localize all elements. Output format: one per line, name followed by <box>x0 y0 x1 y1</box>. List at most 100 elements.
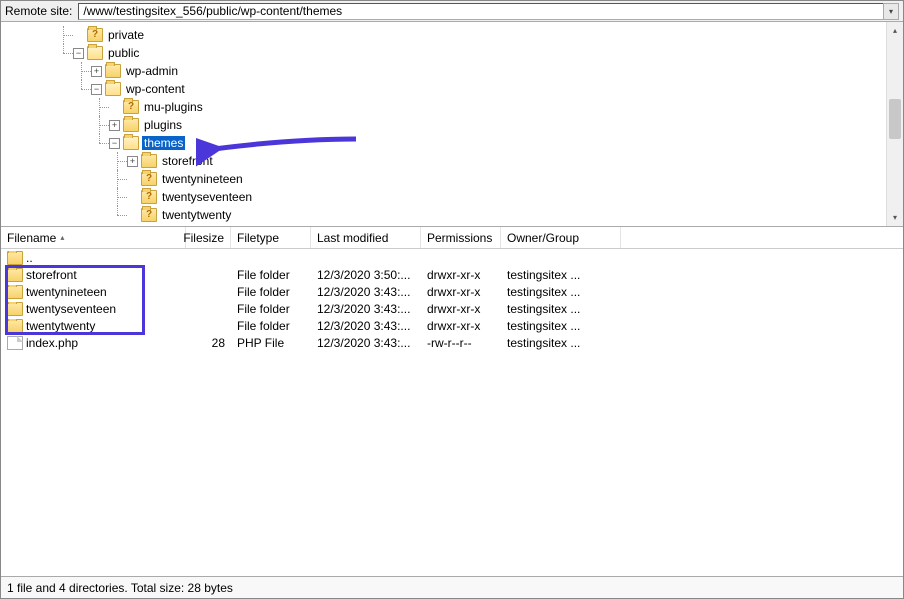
remote-file-list: Filename ▴ Filesize Filetype Last modifi… <box>1 227 903 576</box>
perms-cell: drwxr-xr-x <box>421 285 501 299</box>
tree-label: mu-plugins <box>142 100 205 114</box>
modified-cell: 12/3/2020 3:43:... <box>311 319 421 333</box>
perms-cell: drwxr-xr-x <box>421 268 501 282</box>
tree-node-mu-plugins[interactable]: mu-plugins <box>1 98 903 116</box>
list-row[interactable]: index.php 28 PHP File 12/3/2020 3:43:...… <box>1 334 903 351</box>
col-header-permissions[interactable]: Permissions <box>421 227 501 248</box>
owner-cell: testingsitex ... <box>501 285 621 299</box>
chevron-down-icon: ▾ <box>889 7 893 16</box>
filename-cell: index.php <box>26 336 78 350</box>
folder-icon <box>7 302 23 316</box>
filename-cell: .. <box>26 251 33 265</box>
owner-cell: testingsitex ... <box>501 336 621 350</box>
tree-vertical-scrollbar[interactable]: ▴ ▾ <box>886 22 903 226</box>
folder-open-icon <box>87 46 103 60</box>
remote-tree-pane[interactable]: private − public + wp-admi <box>1 22 903 227</box>
tree-node-wp-content[interactable]: − wp-content <box>1 80 903 98</box>
tree-label: twentyseventeen <box>160 190 254 204</box>
tree-node-themes[interactable]: − themes <box>1 134 903 152</box>
owner-cell: testingsitex ... <box>501 319 621 333</box>
status-bar: 1 file and 4 directories. Total size: 28… <box>1 576 903 598</box>
folder-unknown-icon <box>141 208 157 222</box>
tree-node-public[interactable]: − public <box>1 44 903 62</box>
col-header-owner[interactable]: Owner/Group <box>501 227 621 248</box>
filename-cell: twentytwenty <box>26 319 95 333</box>
filesize-cell: 28 <box>186 336 231 350</box>
folder-unknown-icon <box>141 190 157 204</box>
tree-node-twentynineteen[interactable]: twentynineteen <box>1 170 903 188</box>
tree-node-plugins[interactable]: + plugins <box>1 116 903 134</box>
list-row-parent[interactable]: .. <box>1 249 903 266</box>
expand-icon[interactable]: + <box>91 66 102 77</box>
owner-cell: testingsitex ... <box>501 268 621 282</box>
col-header-filesize[interactable]: Filesize <box>186 227 231 248</box>
status-text: 1 file and 4 directories. Total size: 28… <box>7 581 233 595</box>
filetype-cell: File folder <box>231 268 311 282</box>
folder-icon <box>141 154 157 168</box>
folder-icon <box>7 251 23 265</box>
modified-cell: 12/3/2020 3:43:... <box>311 285 421 299</box>
path-dropdown-button[interactable]: ▾ <box>883 3 899 20</box>
filetype-cell: PHP File <box>231 336 311 350</box>
folder-unknown-icon <box>87 28 103 42</box>
perms-cell: -rw-r--r-- <box>421 336 501 350</box>
php-file-icon <box>7 336 23 350</box>
filename-cell: storefront <box>26 268 77 282</box>
folder-open-icon <box>105 82 121 96</box>
filename-cell: twentynineteen <box>26 285 107 299</box>
scrollbar-thumb[interactable] <box>889 99 901 139</box>
modified-cell: 12/3/2020 3:50:... <box>311 268 421 282</box>
tree-label: wp-admin <box>124 64 180 78</box>
tree-node-twentytwenty[interactable]: twentytwenty <box>1 206 903 224</box>
list-row[interactable]: twentyseventeen File folder 12/3/2020 3:… <box>1 300 903 317</box>
filetype-cell: File folder <box>231 319 311 333</box>
filename-cell: twentyseventeen <box>26 302 116 316</box>
folder-icon <box>7 285 23 299</box>
tree-node-twentyseventeen[interactable]: twentyseventeen <box>1 188 903 206</box>
tree-label: wp-content <box>124 82 187 96</box>
expand-icon[interactable]: + <box>109 120 120 131</box>
list-row[interactable]: twentynineteen File folder 12/3/2020 3:4… <box>1 283 903 300</box>
list-row[interactable]: storefront File folder 12/3/2020 3:50:..… <box>1 266 903 283</box>
filetype-cell: File folder <box>231 302 311 316</box>
scroll-up-icon[interactable]: ▴ <box>887 22 903 39</box>
list-columns-header: Filename ▴ Filesize Filetype Last modifi… <box>1 227 903 249</box>
perms-cell: drwxr-xr-x <box>421 302 501 316</box>
folder-icon <box>7 319 23 333</box>
collapse-icon[interactable]: − <box>109 138 120 149</box>
folder-icon <box>7 268 23 282</box>
perms-cell: drwxr-xr-x <box>421 319 501 333</box>
modified-cell: 12/3/2020 3:43:... <box>311 302 421 316</box>
folder-icon <box>123 118 139 132</box>
scroll-down-icon[interactable]: ▾ <box>887 209 903 226</box>
remote-path-value: /www/testingsitex_556/public/wp-content/… <box>83 4 342 18</box>
col-header-modified[interactable]: Last modified <box>311 227 421 248</box>
tree-label: twentynineteen <box>160 172 245 186</box>
collapse-icon[interactable]: − <box>91 84 102 95</box>
collapse-icon[interactable]: − <box>73 48 84 59</box>
folder-open-icon <box>123 136 139 150</box>
tree-label: storefront <box>160 154 215 168</box>
tree-node-storefront[interactable]: + storefront <box>1 152 903 170</box>
col-header-filename[interactable]: Filename ▴ <box>1 227 186 248</box>
tree-node-private[interactable]: private <box>1 26 903 44</box>
sort-asc-icon: ▴ <box>60 233 64 242</box>
folder-unknown-icon <box>123 100 139 114</box>
tree-label-selected: themes <box>142 136 185 150</box>
col-header-filetype[interactable]: Filetype <box>231 227 311 248</box>
owner-cell: testingsitex ... <box>501 302 621 316</box>
list-row[interactable]: twentytwenty File folder 12/3/2020 3:43:… <box>1 317 903 334</box>
folder-icon <box>105 64 121 78</box>
remote-path-bar: Remote site: /www/testingsitex_556/publi… <box>1 1 903 22</box>
remote-site-label: Remote site: <box>5 4 72 18</box>
tree-label: plugins <box>142 118 184 132</box>
tree-label: twentytwenty <box>160 208 233 222</box>
folder-unknown-icon <box>141 172 157 186</box>
remote-path-input[interactable]: /www/testingsitex_556/public/wp-content/… <box>78 3 884 20</box>
tree-label: private <box>106 28 146 42</box>
filetype-cell: File folder <box>231 285 311 299</box>
tree-label: public <box>106 46 141 60</box>
modified-cell: 12/3/2020 3:43:... <box>311 336 421 350</box>
expand-icon[interactable]: + <box>127 156 138 167</box>
tree-node-wp-admin[interactable]: + wp-admin <box>1 62 903 80</box>
